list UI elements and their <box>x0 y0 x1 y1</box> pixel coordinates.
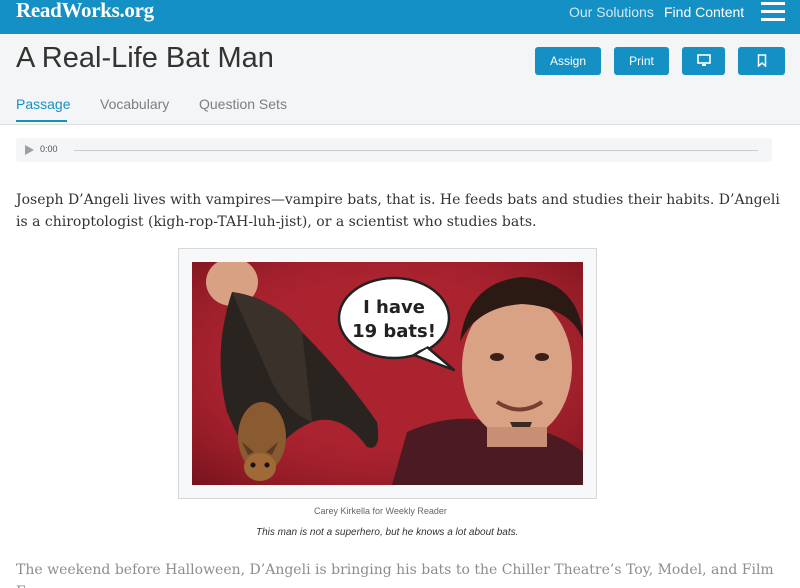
speech-bubble-line2: 19 bats! <box>352 321 436 342</box>
audio-time: 0:00 <box>40 144 58 154</box>
tab-passage[interactable]: Passage <box>16 96 70 112</box>
readworks-logo[interactable]: ReadWorks.org <box>16 0 154 23</box>
bookmark-icon <box>757 54 766 67</box>
play-icon[interactable] <box>25 145 34 155</box>
speech-bubble-line1: I have <box>363 297 425 318</box>
passage-paragraph-2: The weekend before Halloween, D’Angeli i… <box>16 562 774 588</box>
hamburger-menu-icon[interactable] <box>761 2 785 22</box>
present-button[interactable] <box>682 47 725 75</box>
bat-man-photo: I have 19 bats! <box>192 262 583 485</box>
bookmark-button[interactable] <box>738 47 785 75</box>
audio-progress-track[interactable] <box>74 150 758 151</box>
nav-our-solutions[interactable]: Our Solutions <box>569 4 654 20</box>
page-title: A Real-Life Bat Man <box>16 42 274 74</box>
top-nav-bar: ReadWorks.org Our Solutions Find Content <box>0 0 800 34</box>
photo-credit: Carey Kirkella for Weekly Reader <box>314 506 447 516</box>
monitor-icon <box>696 54 711 66</box>
article-header: A Real-Life Bat Man Assign Print Passage… <box>0 34 800 125</box>
assign-button[interactable]: Assign <box>535 47 601 75</box>
passage-paragraph: Joseph D’Angeli lives with vampires—vamp… <box>16 192 780 230</box>
passage-figure: I have 19 bats! <box>178 248 597 499</box>
tab-vocabulary[interactable]: Vocabulary <box>100 96 169 112</box>
audio-player: 0:00 <box>16 138 772 162</box>
photo-caption: This man is not a superhero, but he know… <box>256 527 519 538</box>
print-button[interactable]: Print <box>614 47 669 75</box>
active-tab-indicator <box>16 120 67 122</box>
nav-find-content[interactable]: Find Content <box>664 4 744 20</box>
tab-question-sets[interactable]: Question Sets <box>199 96 287 112</box>
